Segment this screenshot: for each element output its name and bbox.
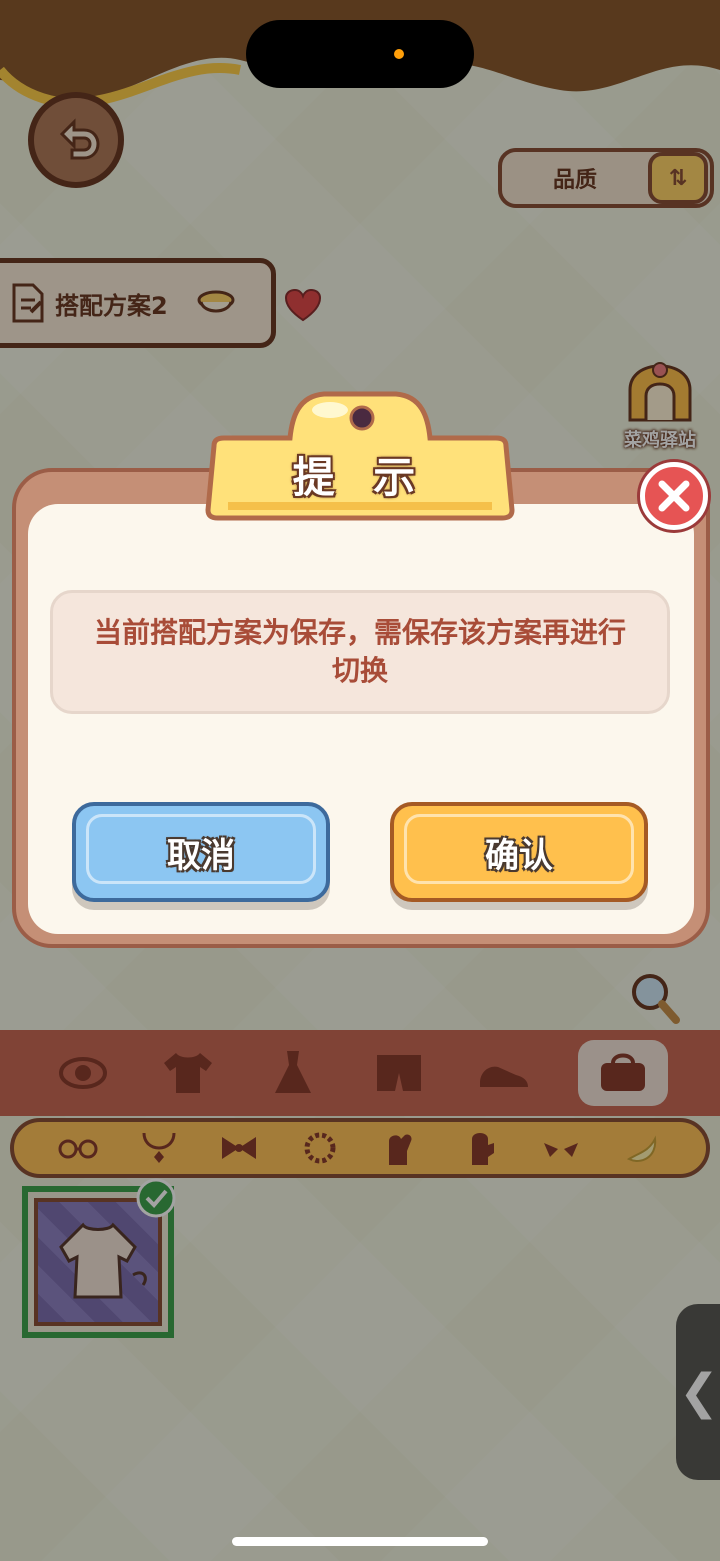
dialog-message: 当前搭配方案为保存，需保存该方案再进行切换 (93, 616, 626, 687)
close-icon (658, 480, 690, 512)
dialog-title: 提 示 (292, 453, 428, 502)
privacy-indicator-dot (394, 49, 404, 59)
confirm-label: 确认 (485, 835, 553, 876)
home-indicator[interactable] (232, 1537, 488, 1546)
cancel-label: 取消 (167, 835, 235, 876)
cancel-button[interactable]: 取消 (72, 802, 330, 902)
close-button[interactable] (640, 462, 708, 530)
dialog-message-box: 当前搭配方案为保存，需保存该方案再进行切换 (50, 590, 670, 714)
dynamic-island (246, 20, 474, 88)
confirm-button[interactable]: 确认 (390, 802, 648, 902)
